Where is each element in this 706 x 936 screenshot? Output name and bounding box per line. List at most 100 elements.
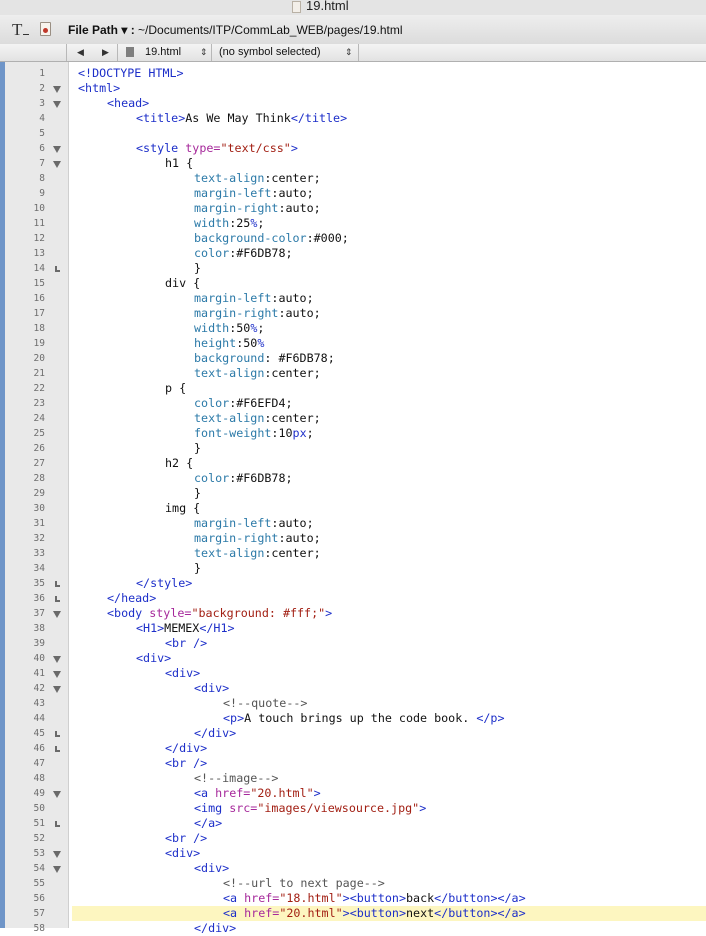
code-line[interactable]: 9 margin-left:auto;	[0, 186, 706, 201]
code-token: :auto;	[271, 186, 314, 200]
code-line[interactable]: 47 <br />	[0, 756, 706, 771]
code-line[interactable]: 33 text-align:center;	[0, 546, 706, 561]
code-line[interactable]: 42 <div>	[0, 681, 706, 696]
fold-triangle-icon[interactable]	[52, 786, 62, 801]
code-line[interactable]: 31 margin-left:auto;	[0, 516, 706, 531]
symbol-selector[interactable]: (no symbol selected)	[219, 44, 321, 60]
fold-triangle-icon[interactable]	[52, 666, 62, 681]
code-line[interactable]: 49 <a href="20.html">	[0, 786, 706, 801]
code-line[interactable]: 12 background-color:#000;	[0, 231, 706, 246]
line-number: 14	[33, 263, 45, 274]
code-line[interactable]: 6 <style type="text/css">	[0, 141, 706, 156]
code-line[interactable]: 25 font-weight:10px;	[0, 426, 706, 441]
code-token: <title>	[136, 111, 186, 125]
code-line[interactable]: 57 <a href="20.html"><button>next</button…	[0, 906, 706, 921]
code-line[interactable]: 14}	[0, 261, 706, 276]
code-line[interactable]: 44 <p>A touch brings up the code book. </…	[0, 711, 706, 726]
file-selector[interactable]: 19.html	[145, 44, 181, 60]
file-selector-updown-icon[interactable]: ⇕	[200, 44, 208, 60]
code-line[interactable]: 22 p {	[0, 381, 706, 396]
code-line[interactable]: 5	[0, 126, 706, 141]
fold-triangle-icon[interactable]	[52, 96, 62, 111]
fold-triangle-icon[interactable]	[52, 81, 62, 96]
back-arrow-icon[interactable]: ◀	[77, 44, 84, 60]
code-line[interactable]: 30 img {	[0, 501, 706, 516]
file-path[interactable]: File Path ▾ : ~/Documents/ITP/CommLab_WE…	[68, 23, 403, 37]
line-number: 3	[39, 98, 45, 109]
code-line[interactable]: 40 <div>	[0, 651, 706, 666]
code-line[interactable]: 23 color:#F6EFD4;	[0, 396, 706, 411]
fold-end-icon[interactable]	[52, 261, 62, 276]
code-line[interactable]: 16 margin-left:auto;	[0, 291, 706, 306]
code-line[interactable]: 50 <img src="images/viewsource.jpg">	[0, 801, 706, 816]
file-actions-icon[interactable]	[40, 22, 51, 36]
code-line[interactable]: 2 <html>	[0, 81, 706, 96]
code-line[interactable]: 34}	[0, 561, 706, 576]
code-line[interactable]: 38 <H1>MEMEX</H1>	[0, 621, 706, 636]
fold-triangle-icon[interactable]	[52, 861, 62, 876]
fold-triangle-icon[interactable]	[52, 681, 62, 696]
code-line[interactable]: 19 height:50%	[0, 336, 706, 351]
code-line[interactable]: 1 <!DOCTYPE HTML>	[0, 66, 706, 81]
code-line[interactable]: 32 margin-right:auto;	[0, 531, 706, 546]
code-token: next	[406, 906, 435, 920]
divider	[66, 44, 67, 61]
code-line[interactable]: 51 </a>	[0, 816, 706, 831]
code-line[interactable]: 58 </div>	[0, 921, 706, 936]
code-text: }	[194, 261, 201, 276]
code-token: ><button>	[342, 906, 406, 920]
code-line[interactable]: 8 text-align:center;	[0, 171, 706, 186]
code-line[interactable]: 43 <!--quote-->	[0, 696, 706, 711]
code-line[interactable]: 36 </head>	[0, 591, 706, 606]
code-line[interactable]: 17 margin-right:auto;	[0, 306, 706, 321]
code-line[interactable]: 46 </div>	[0, 741, 706, 756]
fold-end-icon[interactable]	[52, 741, 62, 756]
fold-triangle-icon[interactable]	[52, 651, 62, 666]
fold-triangle-icon[interactable]	[52, 141, 62, 156]
text-format-icon[interactable]: T	[12, 20, 22, 40]
fold-end-icon[interactable]	[52, 591, 62, 606]
code-line[interactable]: 7 h1 {	[0, 156, 706, 171]
code-line[interactable]: 39 <br />	[0, 636, 706, 651]
code-line[interactable]: 53 <div>	[0, 846, 706, 861]
code-line[interactable]: 28 color:#F6DB78;	[0, 471, 706, 486]
code-line[interactable]: 41 <div>	[0, 666, 706, 681]
line-number: 27	[33, 458, 45, 469]
code-line[interactable]: 11 width:25%;	[0, 216, 706, 231]
code-token: href=	[244, 906, 280, 920]
code-line[interactable]: 35 </style>	[0, 576, 706, 591]
code-token: :#000;	[306, 231, 349, 245]
code-line[interactable]: 13 color:#F6DB78;	[0, 246, 706, 261]
line-number: 17	[33, 308, 45, 319]
forward-arrow-icon[interactable]: ▶	[102, 44, 109, 60]
code-token: "18.html"	[279, 891, 343, 905]
code-text: div {	[165, 276, 200, 291]
fold-triangle-icon[interactable]	[52, 846, 62, 861]
fold-end-icon[interactable]	[52, 816, 62, 831]
fold-end-icon[interactable]	[52, 576, 62, 591]
code-line[interactable]: 37 <body style="background: #fff;">	[0, 606, 706, 621]
code-line[interactable]: 18 width:50%;	[0, 321, 706, 336]
code-line[interactable]: 24 text-align:center;	[0, 411, 706, 426]
code-line[interactable]: 45 </div>	[0, 726, 706, 741]
symbol-selector-updown-icon[interactable]: ⇕	[345, 44, 353, 60]
code-line[interactable]: 10 margin-right:auto;	[0, 201, 706, 216]
code-line[interactable]: 52 <br />	[0, 831, 706, 846]
code-editor[interactable]: 1 <!DOCTYPE HTML> 2 <html> 3 <head> 4 <title>As…	[0, 62, 706, 935]
code-token: <!--url to next page-->	[223, 876, 385, 890]
code-line[interactable]: 55 <!--url to next page-->	[0, 876, 706, 891]
code-line[interactable]: 48 <!--image-->	[0, 771, 706, 786]
code-line[interactable]: 3 <head>	[0, 96, 706, 111]
code-line[interactable]: 29}	[0, 486, 706, 501]
code-line[interactable]: 26}	[0, 441, 706, 456]
fold-triangle-icon[interactable]	[52, 156, 62, 171]
code-line[interactable]: 15 div {	[0, 276, 706, 291]
code-line[interactable]: 27 h2 {	[0, 456, 706, 471]
code-line[interactable]: 54 <div>	[0, 861, 706, 876]
code-line[interactable]: 4 <title>As We May Think</title>	[0, 111, 706, 126]
fold-triangle-icon[interactable]	[52, 606, 62, 621]
code-line[interactable]: 20 background: #F6DB78;	[0, 351, 706, 366]
code-line[interactable]: 21 text-align:center;	[0, 366, 706, 381]
code-line[interactable]: 56 <a href="18.html"><button>back</button…	[0, 891, 706, 906]
fold-end-icon[interactable]	[52, 726, 62, 741]
